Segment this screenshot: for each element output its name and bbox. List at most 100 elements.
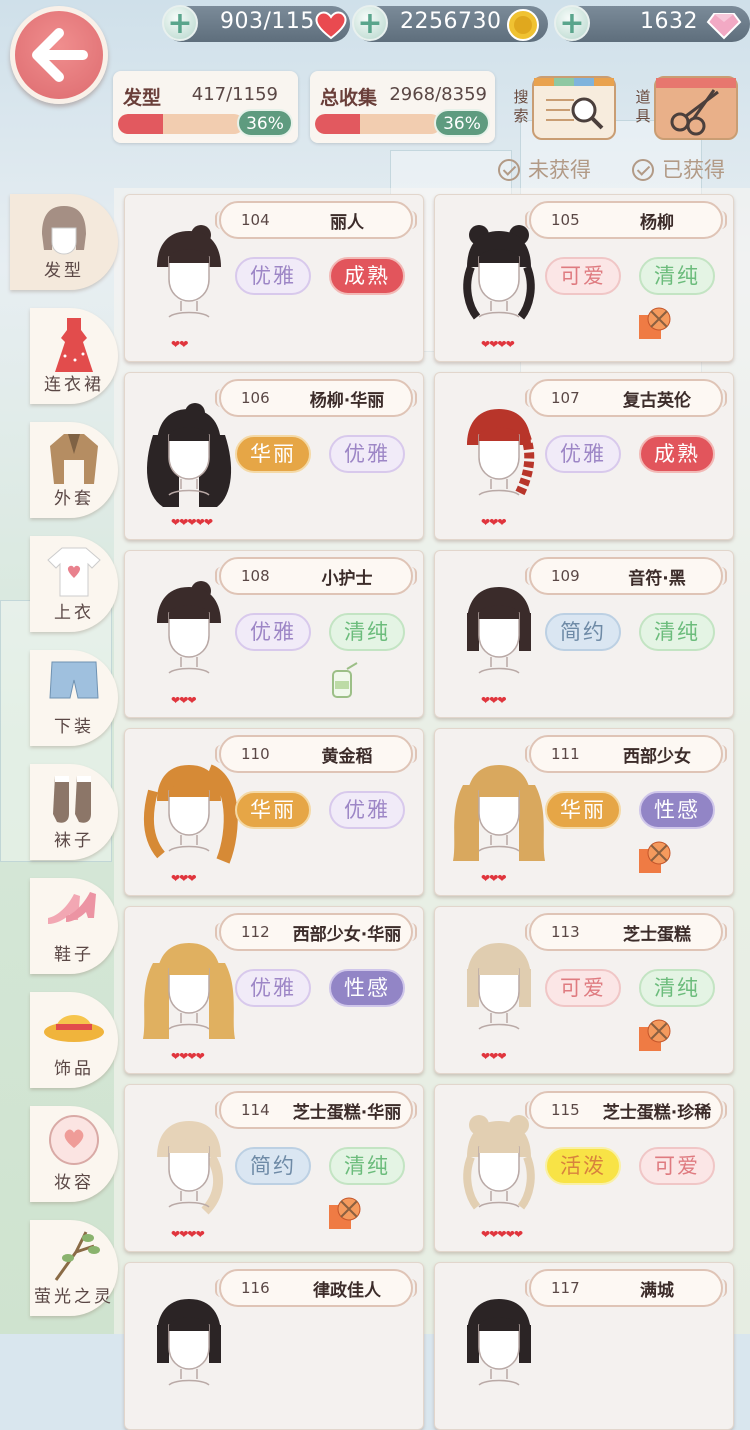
category-tab-7[interactable]: 饰品 [30,992,118,1088]
item-name-tag: 114 芝士蛋糕·华丽 [215,1091,417,1129]
hairstyle-thumbnail [139,1285,239,1405]
item-name-tag: 108 小护士 [215,557,417,595]
style-tag: 清纯 [639,969,715,1007]
item-name: 丽人 [330,213,364,233]
items-label: 道具 [635,88,651,125]
style-tag: 成熟 [329,257,405,295]
item-name-tag: 104 丽人 [215,201,417,239]
hairstyle-card[interactable]: 116 律政佳人 [124,1262,424,1430]
category-tab-9[interactable]: 萤光之灵 [30,1220,118,1316]
style-tag: 性感 [329,969,405,1007]
hairstyle-card[interactable]: 115 芝士蛋糕·珍稀 活泼 可爱 ❤❤❤❤❤ [434,1084,734,1252]
category-label: 萤光之灵 [34,1287,114,1307]
arrow-left-icon [32,28,88,82]
item-id: 104 [241,211,270,229]
hairstyle-thumbnail [139,573,239,693]
gold-counter: + 2256730 [352,5,548,42]
checkbox-icon [632,159,654,181]
style-tag: 成熟 [639,435,715,473]
shorts-icon [46,658,102,712]
style-tag: 活泼 [545,1147,621,1185]
category-sidebar: 发型连衣裙外套上衣下装袜子鞋子饰品妆容萤光之灵 [0,190,118,1334]
category-tab-1[interactable]: 连衣裙 [30,308,118,404]
item-id: 116 [241,1279,270,1297]
filter-owned-label: 已获得 [662,158,725,182]
shirt-icon [46,544,102,604]
search-box [532,76,616,140]
rarity-hearts: ❤❤❤ [481,1050,507,1063]
style-tag: 清纯 [639,613,715,651]
hairstyle-card[interactable]: 104 丽人 优雅 成熟 ❤❤ [124,194,424,362]
style-tag: 华丽 [235,791,311,829]
hairstyle-card[interactable]: 107 复古英伦 优雅 成熟 ❤❤❤ [434,372,734,540]
filter-owned[interactable]: 已获得 [632,154,725,184]
category-label: 连衣裙 [44,375,104,395]
rarity-hearts: ❤❤❤❤ [171,1228,205,1241]
category-tab-5[interactable]: 袜子 [30,764,118,860]
hairstyle-card[interactable]: 106 杨柳·华丽 华丽 优雅 ❤❤❤❤❤ [124,372,424,540]
category-label: 袜子 [54,831,94,851]
item-name: 芝士蛋糕·珍稀 [602,1103,712,1123]
style-tag: 华丽 [235,435,311,473]
item-name: 杨柳·华丽 [309,391,385,411]
category-tab-0[interactable]: 发型 [10,194,118,290]
item-name: 西部少女·华丽 [292,925,402,945]
category-tab-6[interactable]: 鞋子 [30,878,118,974]
hairstyle-card[interactable]: 114 芝士蛋糕·华丽 简约 清纯 ❤❤❤❤ [124,1084,424,1252]
hairstyle-card[interactable]: 110 黄金稻 华丽 优雅 ❤❤❤ [124,728,424,896]
item-id: 114 [241,1101,270,1119]
hairstyle-thumbnail [139,217,239,337]
stamina-value: 903/115 [220,9,315,34]
hairstyle-card[interactable]: 111 西部少女 华丽 性感 ❤❤❤ [434,728,734,896]
hair-progress-fill [118,114,164,134]
item-id: 109 [551,567,580,585]
shoes-icon [44,886,104,934]
item-id: 108 [241,567,270,585]
total-progress-percent: 36% [434,109,490,137]
category-tab-4[interactable]: 下装 [30,650,118,746]
style-tag: 优雅 [329,435,405,473]
hairstyle-card[interactable]: 108 小护士 优雅 清纯 ❤❤❤ [124,550,424,718]
hairstyle-card[interactable]: 112 西部少女·华丽 优雅 性感 ❤❤❤❤ [124,906,424,1074]
category-tab-8[interactable]: 妆容 [30,1106,118,1202]
style-tag: 优雅 [235,969,311,1007]
category-label: 下装 [54,717,94,737]
category-tab-3[interactable]: 上衣 [30,536,118,632]
stamina-counter: + 903/115 [162,5,350,42]
add-stamina-button[interactable]: + [162,5,198,41]
style-tag: 清纯 [639,257,715,295]
add-diamond-button[interactable]: + [554,5,590,41]
items-button[interactable]: 道具 [630,72,740,144]
add-gold-button[interactable]: + [352,5,388,41]
item-name: 芝士蛋糕·华丽 [292,1103,402,1123]
back-button[interactable] [10,6,108,104]
hairstyle-thumbnail [449,929,549,1049]
hairstyle-card[interactable]: 117 满城 [434,1262,734,1430]
scissors-icon [656,78,736,136]
style-tag: 清纯 [329,613,405,651]
hairstyle-thumbnail [139,929,239,1049]
item-name: 杨柳 [640,213,674,233]
hairstyle-card[interactable]: 109 音符·黑 简约 清纯 ❤❤❤ [434,550,734,718]
category-label: 鞋子 [54,945,94,965]
hair-progress-percent: 36% [237,109,293,137]
branch-icon [46,1228,102,1288]
hairstyle-card[interactable]: 105 杨柳 可爱 清纯 ❤❤❤❤ [434,194,734,362]
search-button[interactable]: 搜索 [508,72,618,144]
item-name-tag: 112 西部少女·华丽 [215,913,417,951]
rarity-hearts: ❤❤❤ [481,694,507,707]
item-id: 113 [551,923,580,941]
item-name: 律政佳人 [313,1281,381,1301]
hairstyle-thumbnail [449,217,549,337]
magnifier-icon [534,78,614,130]
filter-not-owned[interactable]: 未获得 [498,154,591,184]
rarity-hearts: ❤❤❤ [481,872,507,885]
hair-stat-count: 417/1159 [191,84,278,105]
checkbox-icon [498,159,520,181]
style-tag: 优雅 [235,257,311,295]
category-tab-2[interactable]: 外套 [30,422,118,518]
hairstyle-card[interactable]: 113 芝士蛋糕 可爱 清纯 ❤❤❤ [434,906,734,1074]
category-label: 妆容 [54,1173,94,1193]
item-name-tag: 116 律政佳人 [215,1269,417,1307]
yarn-icon [637,1017,673,1057]
